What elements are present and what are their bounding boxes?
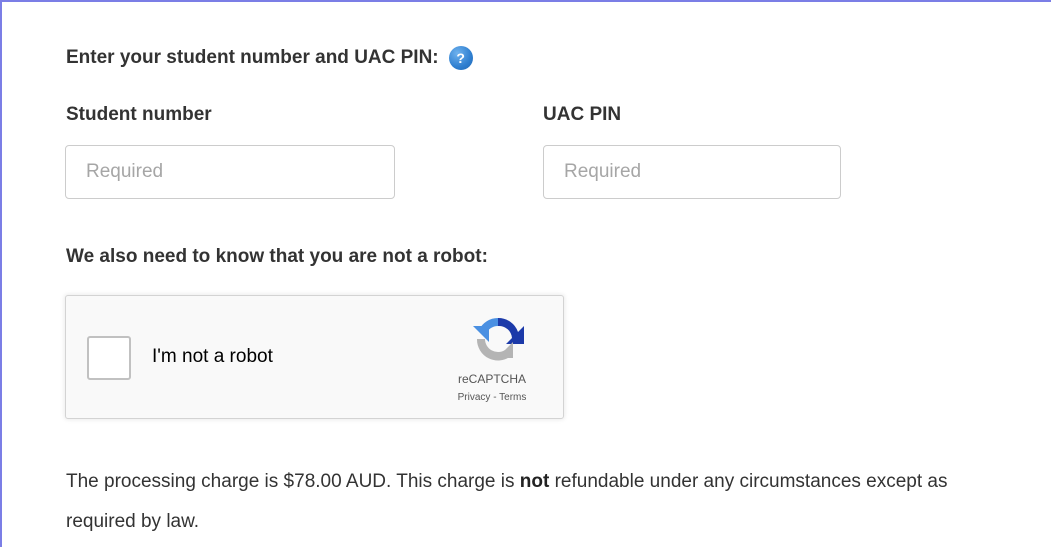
recaptcha-widget: I'm not a robot reCAPTCHA Privacy - Term…	[65, 295, 564, 419]
links-separator: -	[493, 392, 497, 403]
recaptcha-label[interactable]: I'm not a robot	[152, 346, 273, 368]
uac-pin-label: UAC PIN	[543, 104, 622, 125]
credentials-heading: Enter your student number and UAC PIN: ?	[66, 46, 473, 70]
recaptcha-logo-icon	[473, 317, 524, 361]
notice-emphasis: not	[519, 471, 550, 492]
form-panel: Enter your student number and UAC PIN: ?…	[0, 0, 1051, 547]
recaptcha-brand: reCAPTCHA	[457, 372, 526, 386]
recaptcha-checkbox[interactable]	[87, 336, 131, 380]
robot-check-heading: We also need to know that you are not a …	[66, 246, 488, 267]
student-number-label: Student number	[66, 104, 212, 125]
recaptcha-links: Privacy - Terms	[430, 392, 554, 403]
help-icon[interactable]: ?	[448, 46, 473, 70]
terms-link[interactable]: Terms	[499, 392, 526, 403]
notice-text-before: The processing charge is $78.00 AUD. Thi…	[66, 471, 520, 492]
processing-charge-notice: The processing charge is $78.00 AUD. Thi…	[66, 462, 1006, 542]
privacy-link[interactable]: Privacy	[458, 392, 491, 403]
credentials-heading-text: Enter your student number and UAC PIN:	[66, 47, 439, 68]
uac-pin-input[interactable]	[543, 145, 841, 199]
student-number-input[interactable]	[65, 145, 395, 199]
